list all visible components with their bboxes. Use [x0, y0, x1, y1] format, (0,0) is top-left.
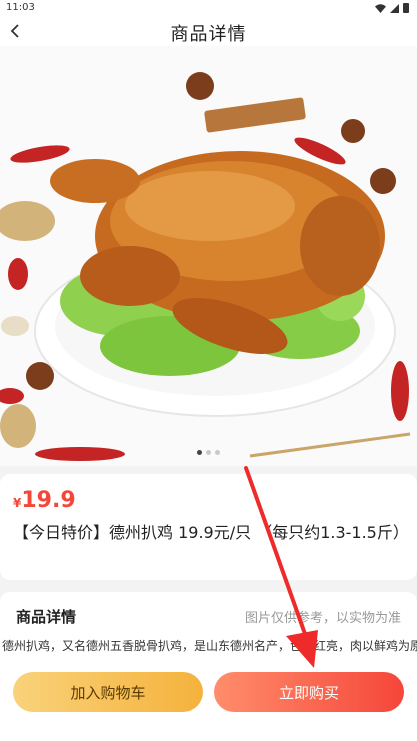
carousel-dots [0, 450, 417, 455]
status-icons [375, 3, 409, 13]
detail-body: 德州扒鸡，又名德州五香脱骨扒鸡，是山东德州名产，色泽红亮，肉以鲜鸡为原料，经 [2, 639, 417, 653]
carousel-dot[interactable] [206, 450, 211, 455]
carousel-dot[interactable] [215, 450, 220, 455]
battery-icon [403, 3, 409, 13]
product-image-carousel[interactable] [0, 46, 417, 466]
wifi-icon [375, 3, 386, 13]
carousel-dot-active[interactable] [197, 450, 202, 455]
price-value: 19.9 [21, 488, 76, 513]
status-time: 11:03 [6, 2, 35, 13]
detail-note: 图片仅供参考，以实物为准 [244, 611, 401, 626]
buy-now-button[interactable]: 立即购买 [214, 672, 404, 712]
signal-icon [390, 3, 399, 13]
price-card: ¥19.9 【今日特价】德州扒鸡 19.9元/只 （每只约1.3-1.5斤） [0, 474, 417, 580]
nav-bar: 商品详情 [0, 16, 417, 46]
price: ¥19.9 [13, 488, 76, 513]
status-bar: 11:03 [0, 0, 417, 16]
product-image [0, 46, 417, 466]
product-title: 【今日特价】德州扒鸡 19.9元/只 （每只约1.3-1.5斤） [13, 523, 409, 542]
page-title: 商品详情 [170, 24, 247, 45]
bottom-action-bar: 加入购物车 立即购买 [0, 666, 417, 741]
detail-heading: 商品详情 [16, 608, 77, 626]
add-to-cart-button[interactable]: 加入购物车 [13, 672, 203, 712]
